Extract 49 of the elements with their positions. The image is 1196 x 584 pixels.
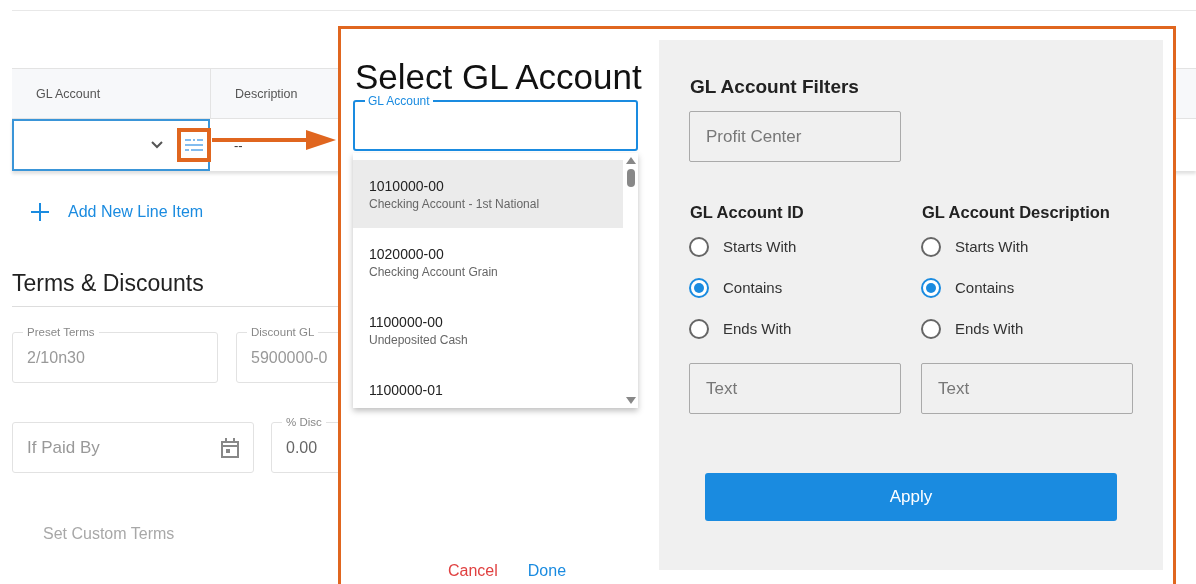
radio-circle[interactable]: [921, 318, 941, 339]
text-field[interactable]: Text: [921, 363, 1133, 414]
add-line-button[interactable]: Add New Line Item: [30, 202, 204, 222]
text-field[interactable]: Text: [689, 363, 901, 414]
scroll-down-icon[interactable]: [625, 397, 636, 404]
section-title: Terms & Discounts: [12, 270, 205, 297]
cancel-button[interactable]: Cancel: [448, 562, 498, 580]
column-header: Description: [235, 86, 298, 101]
plus-icon: [30, 202, 50, 222]
column-header: GL Account: [36, 86, 101, 101]
chevron-down-icon: [151, 141, 163, 149]
radio-circle[interactable]: [921, 277, 941, 298]
radio-option[interactable]: Contains: [689, 267, 901, 308]
radio-option[interactable]: Starts With: [921, 226, 1133, 267]
account-number: 1010000-00: [369, 178, 445, 194]
radio-circle[interactable]: [921, 236, 941, 257]
profit-center-field[interactable]: Profit Center: [689, 111, 901, 162]
scroll-up-icon[interactable]: [625, 157, 636, 164]
account-option[interactable]: 1010000-00 Checking Account - 1st National: [353, 160, 623, 228]
filter-button[interactable]: [177, 128, 211, 162]
group-title: GL Account Description: [922, 203, 1111, 222]
account-option[interactable]: 1100000-00 Undeposited Cash: [353, 296, 623, 364]
account-name: Checking Account Grain: [369, 265, 499, 279]
radio-option[interactable]: Ends With: [921, 308, 1133, 349]
done-button[interactable]: Done: [527, 562, 567, 580]
group-title: GL Account ID: [690, 203, 805, 222]
account-number: 1100000-01: [369, 382, 444, 398]
radio-circle[interactable]: [689, 318, 709, 339]
account-option[interactable]: 1100000-01: [353, 364, 623, 408]
account-option[interactable]: 1020000-00 Checking Account Grain: [353, 228, 623, 296]
radio-option[interactable]: Starts With: [689, 226, 901, 267]
account-number: 1100000-00: [369, 314, 444, 330]
account-number: 1020000-00: [369, 246, 445, 262]
radio-circle[interactable]: [689, 236, 709, 257]
table-cell: --: [234, 137, 243, 153]
radio-option[interactable]: Contains: [921, 267, 1133, 308]
panel-title: GL Account Filters: [690, 76, 860, 98]
radio-option[interactable]: Ends With: [689, 308, 901, 349]
radio-circle[interactable]: [689, 277, 709, 298]
scrollbar-thumb[interactable]: [626, 169, 635, 187]
calendar-icon: [221, 437, 239, 458]
account-select[interactable]: [12, 119, 210, 171]
apply-button[interactable]: Apply: [705, 473, 1117, 521]
account-name: Undeposited Cash: [369, 333, 469, 347]
dialog-title: Select GL Account: [355, 57, 643, 96]
filter-list-icon: [184, 138, 204, 152]
text-field[interactable]: % Disc 0.00: [271, 414, 391, 473]
date-field[interactable]: If Paid By: [12, 414, 254, 473]
account-name: Checking Account - 1st National: [369, 197, 541, 211]
